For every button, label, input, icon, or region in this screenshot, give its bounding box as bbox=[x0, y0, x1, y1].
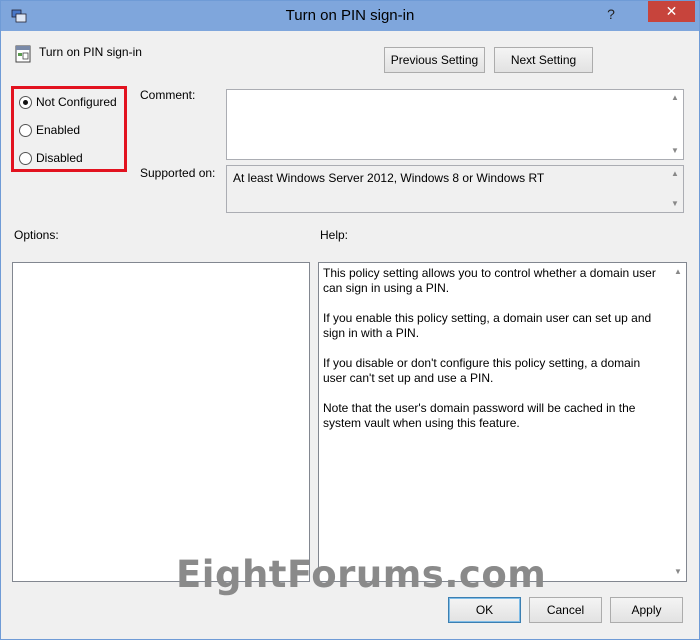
comment-scrollbar[interactable]: ▲ ▼ bbox=[667, 90, 683, 159]
radio-label: Not Configured bbox=[36, 95, 117, 109]
previous-setting-button[interactable]: Previous Setting bbox=[384, 47, 485, 73]
policy-dialog: Turn on PIN sign-in ? ✕ Turn on PIN sign… bbox=[0, 0, 700, 640]
comment-label: Comment: bbox=[140, 88, 196, 102]
help-paragraph: Note that the user's domain password wil… bbox=[323, 401, 636, 430]
supported-on-value: At least Windows Server 2012, Windows 8 … bbox=[233, 171, 545, 185]
apply-button[interactable]: Apply bbox=[610, 597, 683, 623]
radio-disabled[interactable]: Disabled bbox=[19, 149, 83, 167]
help-paragraph: This policy setting allows you to contro… bbox=[323, 266, 656, 295]
radio-not-configured[interactable]: Not Configured bbox=[19, 93, 117, 111]
help-label: Help: bbox=[320, 228, 349, 242]
ok-button[interactable]: OK bbox=[448, 597, 521, 623]
radio-label: Disabled bbox=[36, 151, 83, 165]
radio-button[interactable] bbox=[19, 95, 32, 109]
cancel-button[interactable]: Cancel bbox=[529, 597, 602, 623]
options-label: Options: bbox=[14, 228, 59, 242]
options-pane[interactable] bbox=[12, 262, 310, 582]
scroll-down-icon[interactable]: ▼ bbox=[667, 144, 683, 158]
setting-policy-icon bbox=[15, 45, 31, 63]
radio-button[interactable] bbox=[19, 151, 32, 165]
scroll-down-icon[interactable]: ▼ bbox=[667, 197, 683, 211]
supported-on-label: Supported on: bbox=[140, 166, 216, 180]
close-button[interactable]: ✕ bbox=[648, 1, 695, 22]
help-paragraph: If you enable this policy setting, a dom… bbox=[323, 311, 652, 340]
help-scrollbar[interactable]: ▲ ▼ bbox=[670, 263, 686, 581]
radio-button[interactable] bbox=[19, 123, 32, 137]
help-paragraph: If you disable or don't configure this p… bbox=[323, 356, 641, 385]
supported-on-field: At least Windows Server 2012, Windows 8 … bbox=[226, 165, 684, 213]
site-watermark: EightForums.com bbox=[176, 553, 547, 596]
help-pane[interactable]: This policy setting allows you to contro… bbox=[318, 262, 687, 582]
radio-label: Enabled bbox=[36, 123, 81, 137]
window-title: Turn on PIN sign-in bbox=[285, 7, 415, 24]
help-text: This policy setting allows you to contro… bbox=[323, 266, 664, 446]
state-options-group: Not Configured Enabled Disabled bbox=[11, 86, 127, 172]
scroll-up-icon[interactable]: ▲ bbox=[667, 167, 683, 181]
help-question-button[interactable]: ? bbox=[598, 3, 624, 25]
radio-enabled[interactable]: Enabled bbox=[19, 121, 80, 139]
scroll-up-icon[interactable]: ▲ bbox=[667, 91, 683, 105]
scroll-down-icon[interactable]: ▼ bbox=[670, 565, 686, 579]
comment-textarea[interactable]: ▲ ▼ bbox=[226, 89, 684, 160]
setting-name: Turn on PIN sign-in bbox=[39, 45, 142, 59]
title-bar[interactable]: Turn on PIN sign-in ? ✕ bbox=[1, 1, 699, 31]
scroll-up-icon[interactable]: ▲ bbox=[670, 265, 686, 279]
next-setting-button[interactable]: Next Setting bbox=[494, 47, 593, 73]
supported-scrollbar[interactable]: ▲ ▼ bbox=[667, 166, 683, 212]
